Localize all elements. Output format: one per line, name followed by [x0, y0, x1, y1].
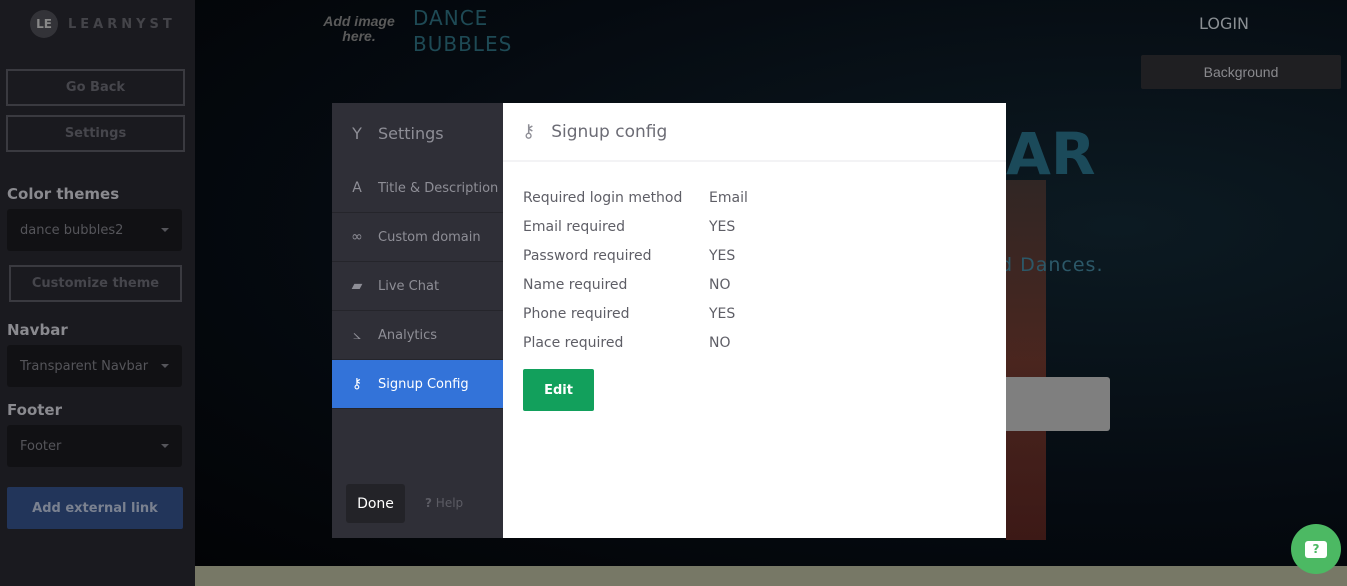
config-value: YES: [709, 247, 736, 264]
config-row: Name required NO: [523, 270, 1006, 299]
config-value: NO: [709, 276, 731, 293]
font-icon: A: [352, 180, 362, 196]
color-theme-select[interactable]: dance bubbles2: [7, 209, 182, 251]
footer-select[interactable]: Footer: [7, 425, 182, 467]
brand-line: BUBBLES: [413, 32, 513, 56]
editor-sidebar: LE LEARNYST Go Back Settings Color theme…: [0, 0, 195, 586]
config-label: Phone required: [523, 305, 630, 322]
config-row: Place required NO: [523, 328, 1006, 357]
config-label: Name required: [523, 276, 628, 293]
logo-mark-icon: LE: [30, 10, 58, 38]
settings-title: Settings: [378, 124, 444, 143]
nav-label: Custom domain: [378, 229, 481, 245]
wrench-icon: Y: [352, 124, 362, 143]
navbar-label: Navbar: [7, 321, 68, 339]
config-row: Password required YES: [523, 241, 1006, 270]
color-themes-label: Color themes: [7, 185, 120, 203]
caret-down-icon: [161, 364, 169, 368]
go-back-button[interactable]: Go Back: [6, 69, 185, 106]
navbar-select[interactable]: Transparent Navbar: [7, 345, 182, 387]
link-icon: ∞: [351, 229, 363, 245]
nav-item-live-chat[interactable]: ▰ Live Chat: [332, 262, 503, 311]
nav-label: Live Chat: [378, 278, 440, 294]
config-label: Required login method: [523, 189, 683, 206]
config-value: YES: [709, 218, 736, 235]
footer-strip: [195, 566, 1347, 586]
nav-item-title-description[interactable]: A Title & Description: [332, 164, 503, 213]
login-link[interactable]: LOGIN: [1199, 14, 1249, 33]
logo-text: LEARNYST: [68, 16, 176, 32]
key-icon: ⚷: [522, 121, 536, 142]
config-row: Email required YES: [523, 212, 1006, 241]
learnyst-logo: LE LEARNYST: [30, 10, 176, 38]
hero-image: [1006, 180, 1046, 540]
config-row: Phone required YES: [523, 299, 1006, 328]
settings-modal: Y Settings A Title & Description ∞ Custom d…: [332, 103, 1006, 538]
config-list: Required login method Email Email required…: [503, 162, 1006, 357]
panel-title: Signup config: [551, 121, 668, 142]
add-image-placeholder[interactable]: Add image here.: [320, 14, 398, 44]
background-button[interactable]: Background: [1141, 55, 1341, 89]
nav-item-custom-domain[interactable]: ∞ Custom domain: [332, 213, 503, 262]
key-icon: ⚷: [351, 376, 363, 392]
config-label: Password required: [523, 247, 652, 264]
settings-button[interactable]: Settings: [6, 115, 185, 152]
panel-header: ⚷ Signup config: [503, 103, 1006, 162]
signup-config-panel: ⚷ Signup config Required login method Emai…: [503, 103, 1006, 538]
hero-title: AR: [1006, 120, 1096, 188]
help-chat-button[interactable]: ?: [1291, 524, 1341, 574]
settings-header: Y Settings: [332, 103, 503, 164]
nav-label: Signup Config: [378, 376, 469, 392]
hero-button[interactable]: [1006, 377, 1110, 431]
config-label: Email required: [523, 218, 625, 235]
brand-line: DANCE: [413, 6, 489, 30]
add-external-link-button[interactable]: Add external link: [7, 487, 183, 529]
chart-icon: ⦣: [352, 327, 362, 343]
hero-subtitle: d Dances.: [1000, 254, 1104, 276]
caret-down-icon: [161, 228, 169, 232]
footer-label: Footer: [7, 401, 62, 419]
edit-button[interactable]: Edit: [523, 369, 594, 411]
nav-item-analytics[interactable]: ⦣ Analytics: [332, 311, 503, 360]
site-brand: DANCE BUBBLES: [413, 5, 512, 57]
config-row: Required login method Email: [523, 183, 1006, 212]
nav-label: Analytics: [378, 327, 438, 343]
customize-theme-button[interactable]: Customize theme: [9, 265, 182, 302]
navbar-value: Transparent Navbar: [20, 358, 149, 374]
config-label: Place required: [523, 334, 624, 351]
footer-value: Footer: [20, 438, 62, 454]
chat-question-icon: ?: [1305, 540, 1327, 558]
settings-nav: Y Settings A Title & Description ∞ Custom d…: [332, 103, 503, 538]
help-label: Help: [435, 496, 464, 510]
config-value: YES: [709, 305, 736, 322]
nav-label: Title & Description: [378, 180, 499, 196]
nav-item-signup-config[interactable]: ⚷ Signup Config: [332, 360, 503, 409]
caret-down-icon: [161, 444, 169, 448]
done-button[interactable]: Done: [346, 484, 405, 523]
question-icon: ?: [425, 496, 432, 510]
color-theme-value: dance bubbles2: [20, 222, 124, 238]
chat-icon: ▰: [351, 278, 363, 294]
config-value: NO: [709, 334, 731, 351]
help-link[interactable]: ? Help: [425, 496, 463, 510]
config-value: Email: [709, 189, 748, 206]
